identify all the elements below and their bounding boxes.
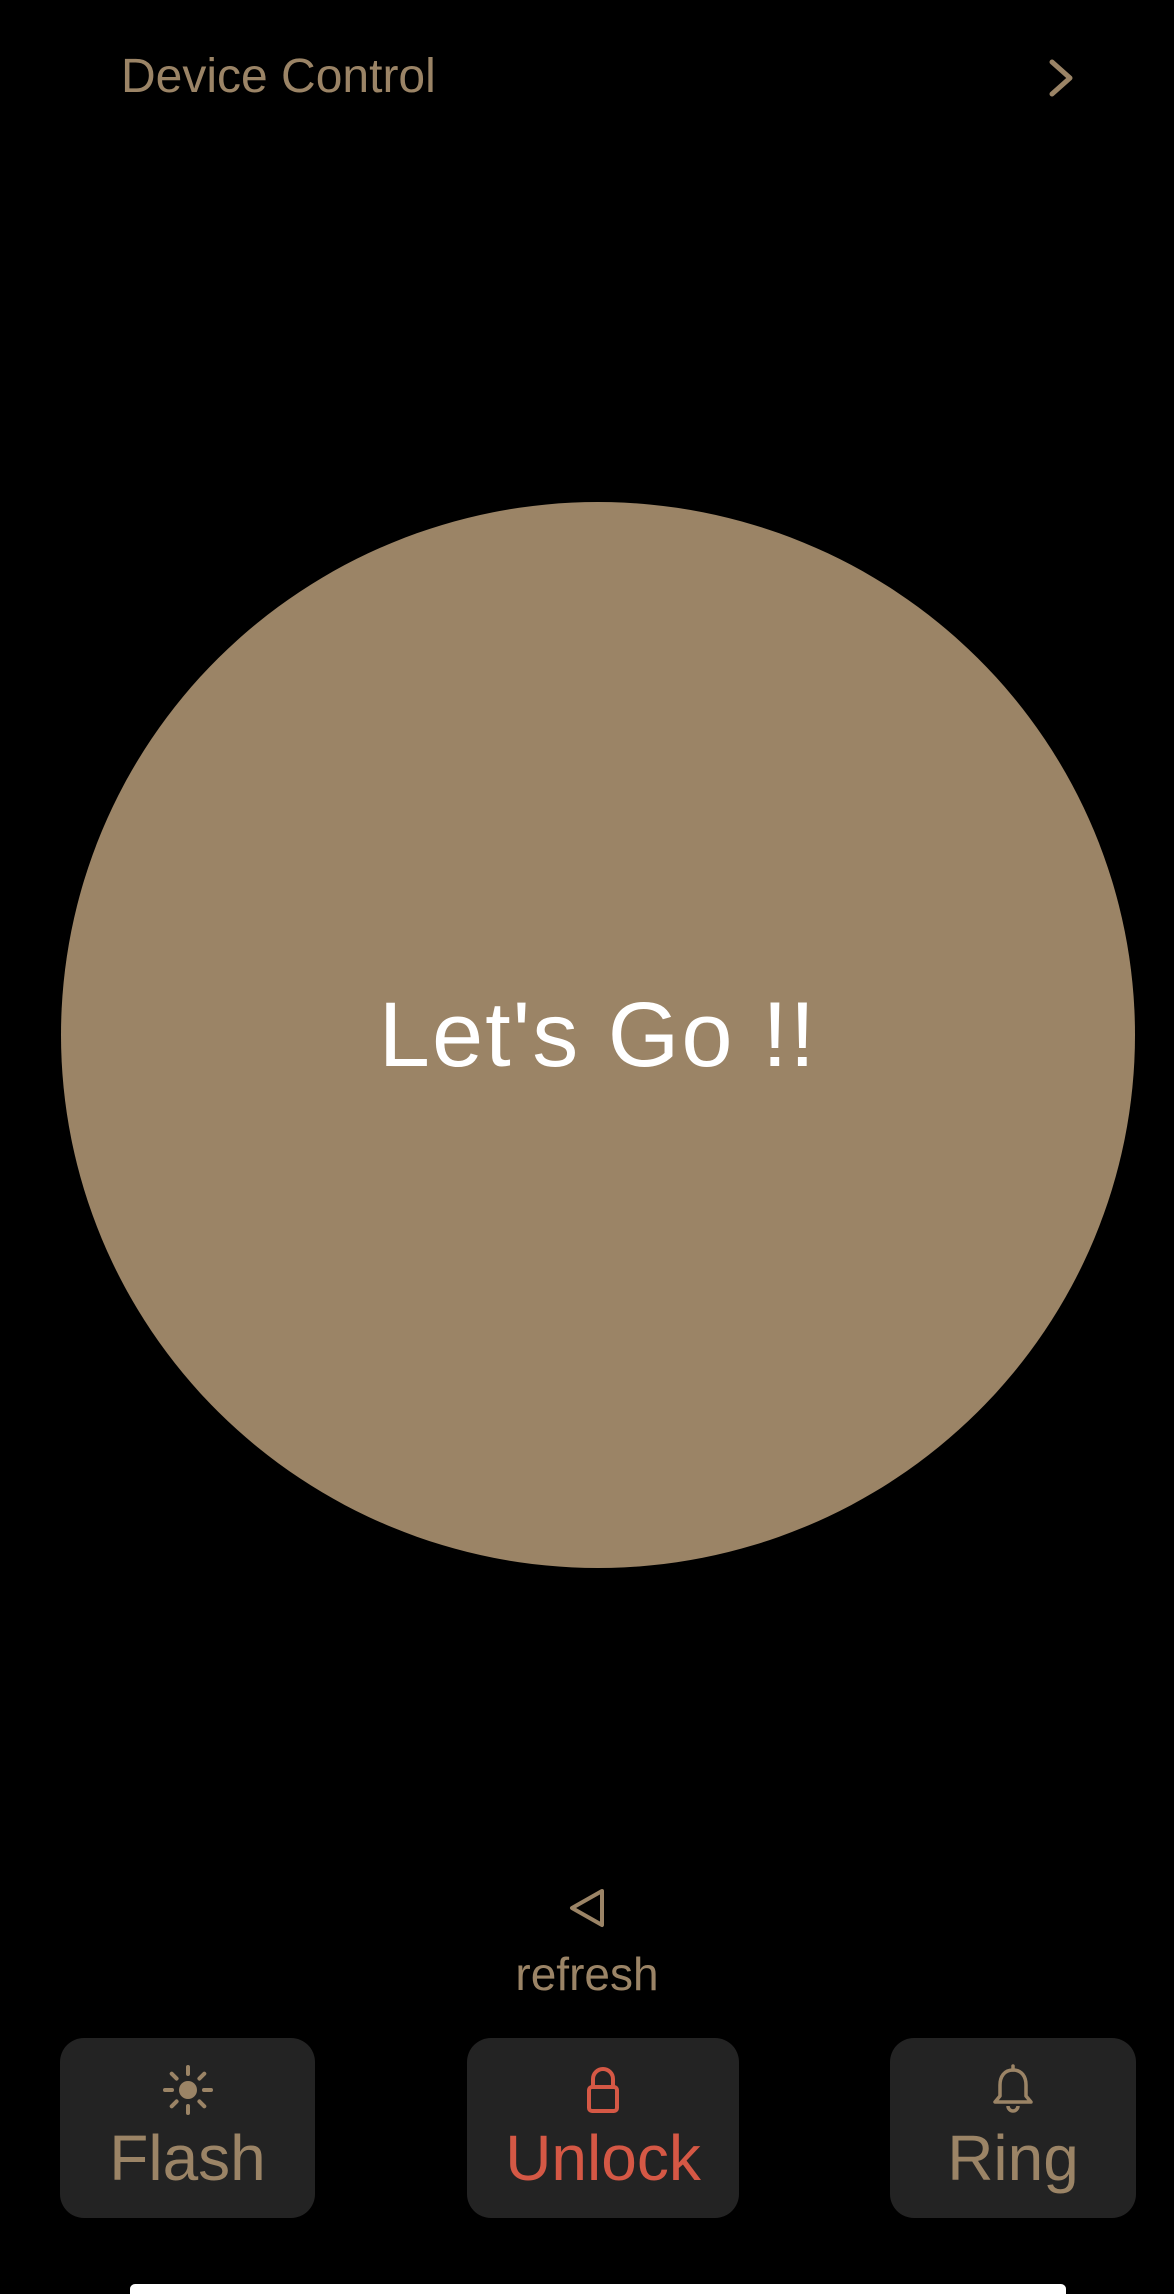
refresh-label: refresh	[515, 1948, 659, 2000]
home-indicator	[130, 2284, 1066, 2294]
page-title: Device Control	[121, 50, 436, 103]
flash-label: Flash	[109, 2122, 266, 2194]
triangle-left-icon	[570, 1889, 604, 1927]
lock-icon	[587, 2067, 619, 2113]
lets-go-label: Let's Go !!	[378, 983, 818, 1086]
lets-go-button[interactable]: Let's Go !!	[61, 502, 1135, 1568]
bell-icon	[993, 2064, 1033, 2113]
unlock-button[interactable]: Unlock	[467, 2038, 739, 2218]
refresh-button[interactable]: refresh	[487, 1886, 687, 2002]
header: Device Control	[0, 0, 1174, 150]
sun-icon	[162, 2065, 213, 2115]
flash-button[interactable]: Flash	[60, 2038, 315, 2218]
ring-label: Ring	[947, 2122, 1079, 2194]
unlock-label: Unlock	[505, 2122, 701, 2194]
ring-button[interactable]: Ring	[890, 2038, 1136, 2218]
chevron-right-icon[interactable]	[1040, 56, 1080, 100]
